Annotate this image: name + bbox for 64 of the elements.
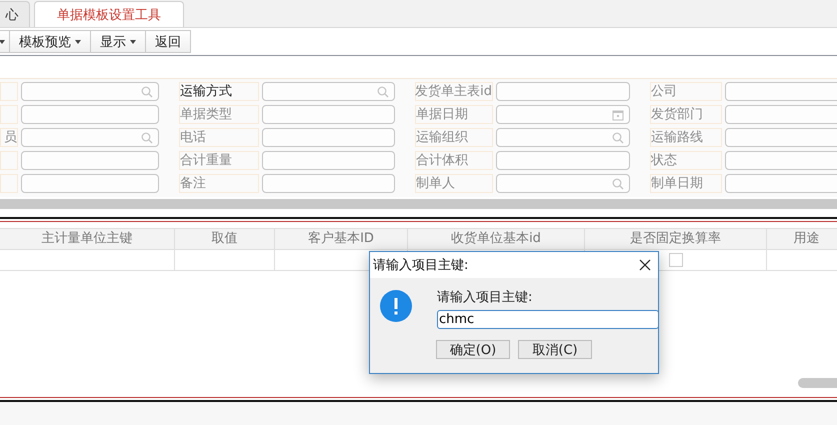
field-label: 合计重量 <box>179 151 259 170</box>
search-icon[interactable] <box>612 178 624 190</box>
input-field[interactable] <box>262 151 395 170</box>
exclamation-icon <box>380 290 412 322</box>
field-label: 备注 <box>179 174 259 193</box>
checkbox[interactable] <box>668 253 682 267</box>
input-field[interactable] <box>725 174 837 193</box>
field-label: 单据日期 <box>415 105 493 124</box>
toolbar-button[interactable] <box>0 30 10 53</box>
toolbar-button[interactable]: 模板预览 <box>9 30 91 53</box>
toolbar-button[interactable]: 返回 <box>145 30 191 53</box>
input-field[interactable] <box>21 174 159 193</box>
prompt-text: 请输入项目主键: <box>437 289 534 306</box>
column-header: 取值 <box>175 229 275 249</box>
search-icon[interactable] <box>612 132 624 144</box>
field-label: 发货单主表id <box>415 82 493 101</box>
field-label: 发货部门 <box>650 105 722 124</box>
tab[interactable]: 单据模板设置工具 <box>34 1 184 27</box>
dialog-title: 请输入项目主键: <box>373 257 468 274</box>
input-field[interactable] <box>21 82 159 101</box>
tab[interactable]: 心 <box>0 1 30 27</box>
column-header: 客户基本ID <box>275 229 408 249</box>
calendar-icon[interactable] <box>612 108 624 120</box>
field-label: 公司 <box>650 82 722 101</box>
input-field[interactable] <box>21 128 159 147</box>
scrollbar-thumb[interactable] <box>798 378 837 388</box>
input-field[interactable] <box>21 105 159 124</box>
input-field[interactable] <box>262 128 395 147</box>
field-label: 制单人 <box>415 174 493 193</box>
field-label: 电话 <box>179 128 259 147</box>
toolbar-button[interactable]: 显示 <box>90 30 146 53</box>
input-field[interactable] <box>262 82 395 101</box>
input-field[interactable] <box>725 128 837 147</box>
input-field[interactable] <box>496 174 630 193</box>
input-field[interactable] <box>496 128 630 147</box>
close-button[interactable] <box>638 258 652 272</box>
column-header: 是否固定换算率 <box>585 229 767 249</box>
input-field[interactable] <box>262 105 395 124</box>
input-field[interactable] <box>725 82 837 101</box>
field-label: 运输方式 <box>179 82 259 101</box>
scrollbar[interactable] <box>0 199 837 209</box>
column-header: 收货单位基本id <box>408 229 585 249</box>
field-label: 员 <box>0 128 18 147</box>
search-icon[interactable] <box>377 86 389 98</box>
column-header: 主计量单位主键 <box>0 229 175 249</box>
field-label: 合计体积 <box>415 151 493 170</box>
field-label: 状态 <box>650 151 722 170</box>
input-field[interactable] <box>496 151 630 170</box>
column-header: 用途 <box>767 229 837 249</box>
input-field[interactable] <box>262 174 395 193</box>
search-icon[interactable] <box>141 132 153 144</box>
input-field[interactable] <box>725 151 837 170</box>
dialog-button[interactable]: 确定(O) <box>436 340 510 359</box>
field-label: 制单日期 <box>650 174 722 193</box>
input-field[interactable] <box>496 105 630 124</box>
input-field[interactable] <box>21 151 159 170</box>
field-label: 运输组织 <box>415 128 493 147</box>
search-icon[interactable] <box>141 86 153 98</box>
field-label: 单据类型 <box>179 105 259 124</box>
dialog-button[interactable]: 取消(C) <box>518 340 592 359</box>
input-field[interactable] <box>496 82 630 101</box>
input-field[interactable] <box>725 105 837 124</box>
field-label: 运输路线 <box>650 128 722 147</box>
input-field[interactable]: chmc <box>437 310 659 329</box>
